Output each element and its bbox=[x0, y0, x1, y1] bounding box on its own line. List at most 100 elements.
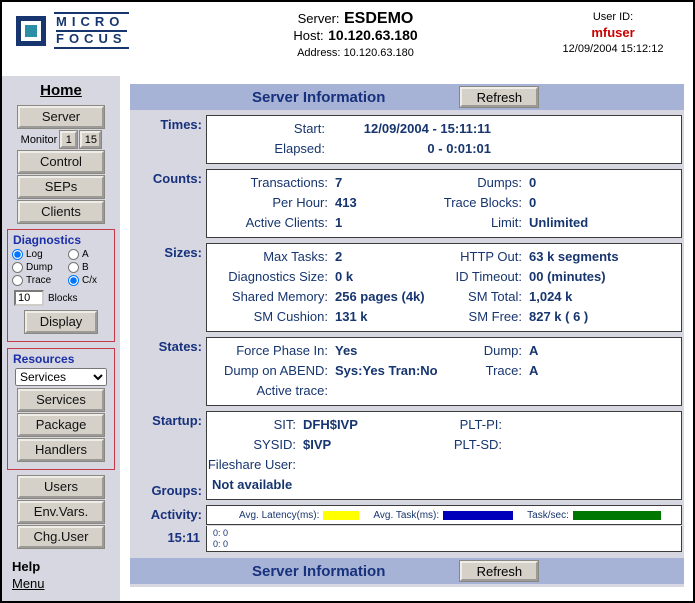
field-label: Force Phase In: bbox=[207, 341, 335, 361]
server-info-panel: Server Information Refresh Times: Start:… bbox=[130, 84, 684, 587]
display-button[interactable]: Display bbox=[25, 311, 97, 333]
counts-line: Transactions: 7 Dumps: 0 bbox=[207, 173, 681, 193]
sizes-row: Sizes: Max Tasks: 2 HTTP Out: 63 k segme… bbox=[130, 243, 684, 332]
field-value: 12/09/2004 - 15:11:11 bbox=[333, 119, 491, 139]
monitor-input-1[interactable] bbox=[60, 131, 77, 148]
host-address: 10.120.63.180 bbox=[328, 27, 418, 43]
field-label bbox=[439, 381, 529, 401]
field-label: Trace: bbox=[439, 361, 529, 381]
services-button[interactable]: Services bbox=[18, 389, 104, 411]
user-id-value: mfuser bbox=[543, 25, 683, 40]
field-value: A bbox=[529, 341, 681, 361]
field-value bbox=[529, 381, 681, 401]
latency-bar bbox=[323, 511, 359, 520]
panel-footer-title: Server Information bbox=[252, 563, 385, 580]
radio-cx-label: C/x bbox=[82, 275, 97, 286]
groups-value: Not available bbox=[207, 475, 681, 495]
field-label: Start: bbox=[207, 119, 333, 139]
radio-trace[interactable]: Trace bbox=[12, 275, 68, 286]
radio-trace-input[interactable] bbox=[12, 275, 23, 286]
radio-log-input[interactable] bbox=[12, 249, 23, 260]
activity-readout-row: 15:11 0: 0 0: 0 bbox=[130, 526, 684, 552]
field-value: 413 bbox=[335, 193, 439, 213]
address-label: Address: bbox=[297, 47, 340, 59]
refresh-button-top[interactable]: Refresh bbox=[460, 87, 538, 107]
field-label: Max Tasks: bbox=[207, 247, 335, 267]
field-value: $IVP bbox=[303, 435, 421, 455]
activity-time-label: 15:11 bbox=[130, 526, 206, 552]
states-line: Active trace: bbox=[207, 381, 681, 401]
refresh-button-bottom[interactable]: Refresh bbox=[460, 561, 538, 581]
chguser-button[interactable]: Chg.User bbox=[18, 526, 104, 548]
radio-cx-input[interactable] bbox=[68, 275, 79, 286]
field-label: HTTP Out: bbox=[439, 247, 529, 267]
monitor-row: Monitor bbox=[6, 131, 116, 148]
states-line: Force Phase In: Yes Dump: A bbox=[207, 341, 681, 361]
resources-select[interactable]: Services bbox=[15, 368, 107, 386]
radio-b-input[interactable] bbox=[68, 262, 79, 273]
server-button[interactable]: Server bbox=[18, 106, 104, 128]
server-identity: Server: ESDEMO Host: 10.120.63.180 Addre… bbox=[168, 2, 543, 62]
clients-button[interactable]: Clients bbox=[18, 201, 104, 223]
field-value: 0 - 0:01:01 bbox=[333, 139, 491, 159]
sizes-box: Max Tasks: 2 HTTP Out: 63 k segments Dia… bbox=[206, 243, 682, 332]
radio-cx[interactable]: C/x bbox=[68, 275, 112, 286]
monitor-input-2[interactable] bbox=[80, 131, 101, 148]
counts-row: Counts: Transactions: 7 Dumps: 0 Per Hou… bbox=[130, 169, 684, 238]
sizes-label: Sizes: bbox=[130, 243, 206, 332]
seps-button[interactable]: SEPs bbox=[18, 176, 104, 198]
field-value: 0 bbox=[529, 193, 681, 213]
activity-readout-box: 0: 0 0: 0 bbox=[206, 526, 682, 552]
sidebar: Home Server Monitor Control SEPs Clients… bbox=[2, 76, 120, 601]
panel-header-bar: Server Information Refresh bbox=[130, 84, 684, 110]
blocks-input[interactable] bbox=[14, 290, 44, 306]
logo-word-micro: MICRO bbox=[56, 15, 127, 32]
radio-a-input[interactable] bbox=[68, 249, 79, 260]
sidebar-home-link[interactable]: Home bbox=[40, 82, 82, 99]
field-label: Diagnostics Size: bbox=[207, 267, 335, 287]
radio-dump[interactable]: Dump bbox=[12, 262, 68, 273]
radio-b[interactable]: B bbox=[68, 262, 112, 273]
microfocus-logo-text: MICRO FOCUS bbox=[54, 12, 129, 49]
radio-b-label: B bbox=[82, 262, 89, 273]
startup-row: Startup: Groups: SIT: DFH$IVP PLT-PI: SY… bbox=[130, 411, 684, 500]
blocks-row: Blocks bbox=[14, 290, 112, 306]
task-rate-label: Task/sec: bbox=[527, 510, 569, 521]
field-value: 0 k bbox=[335, 267, 439, 287]
radio-dump-input[interactable] bbox=[12, 262, 23, 273]
timestamp: 12/09/2004 15:12:12 bbox=[543, 42, 683, 57]
envvars-button[interactable]: Env.Vars. bbox=[18, 501, 104, 523]
states-box: Force Phase In: Yes Dump: A Dump on ABEN… bbox=[206, 337, 682, 406]
menu-link[interactable]: Menu bbox=[12, 576, 45, 592]
field-value bbox=[509, 415, 681, 435]
panel-footer-bar: Server Information Refresh bbox=[130, 558, 684, 584]
admin-window: MICRO FOCUS Server: ESDEMO Host: 10.120.… bbox=[0, 0, 695, 603]
startup-line: Fileshare User: bbox=[207, 455, 681, 475]
monitor-label: Monitor bbox=[21, 134, 58, 146]
field-label bbox=[421, 455, 509, 475]
diagnostics-radios: Log A Dump B bbox=[12, 249, 112, 286]
counts-box: Transactions: 7 Dumps: 0 Per Hour: 413 T… bbox=[206, 169, 682, 238]
radio-a[interactable]: A bbox=[68, 249, 112, 260]
field-label: PLT-PI: bbox=[421, 415, 509, 435]
package-button[interactable]: Package bbox=[18, 414, 104, 436]
field-value: 0 bbox=[529, 173, 681, 193]
field-label: SM Free: bbox=[439, 307, 529, 327]
control-button[interactable]: Control bbox=[18, 151, 104, 173]
activity-readout-line: 0: 0 bbox=[213, 528, 681, 539]
counts-line: Active Clients: 1 Limit: Unlimited bbox=[207, 213, 681, 233]
sizes-line: Diagnostics Size: 0 k ID Timeout: 00 (mi… bbox=[207, 267, 681, 287]
server-label: Server: bbox=[298, 11, 340, 26]
latency-metric: Avg. Latency(ms): bbox=[239, 510, 359, 521]
times-box: Start: 12/09/2004 - 15:11:11 Elapsed: 0 … bbox=[206, 115, 682, 164]
blocks-label: Blocks bbox=[48, 293, 77, 304]
handlers-button[interactable]: Handlers bbox=[18, 439, 104, 461]
diagnostics-group: Diagnostics Log A Dump bbox=[7, 229, 115, 342]
field-value: 1,024 k bbox=[529, 287, 681, 307]
radio-log[interactable]: Log bbox=[12, 249, 68, 260]
clipped-link bbox=[12, 593, 116, 597]
counts-line: Per Hour: 413 Trace Blocks: 0 bbox=[207, 193, 681, 213]
activity-row: Activity: Avg. Latency(ms): Avg. Task(ms… bbox=[130, 505, 684, 525]
users-button[interactable]: Users bbox=[18, 476, 104, 498]
times-label: Times: bbox=[130, 115, 206, 164]
